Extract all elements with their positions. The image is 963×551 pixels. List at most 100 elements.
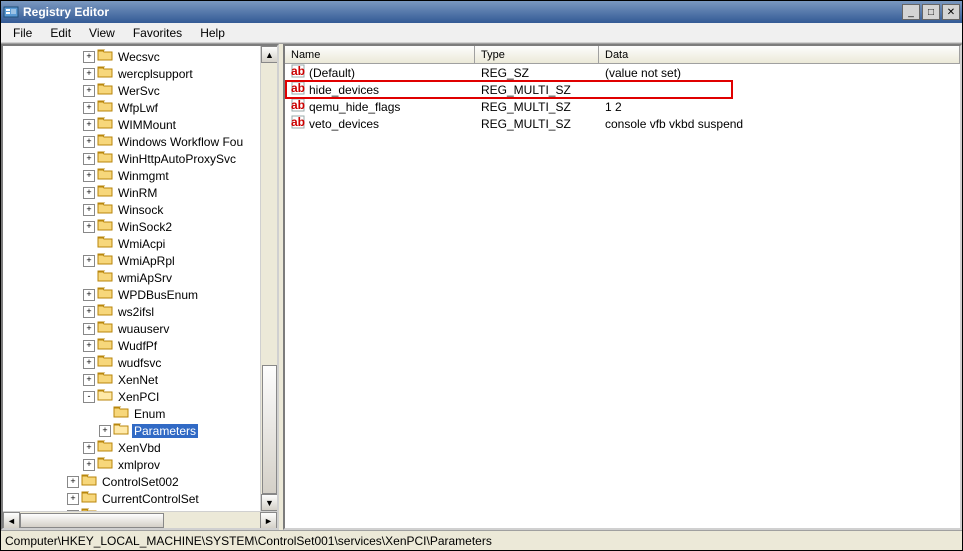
tree-item[interactable]: +XenVbd — [3, 439, 277, 456]
tree-item-label[interactable]: xmlprov — [116, 458, 162, 472]
list-row[interactable]: abveto_devicesREG_MULTI_SZconsole vfb vk… — [285, 115, 960, 132]
expand-icon[interactable]: + — [83, 221, 95, 233]
scroll-up-button[interactable]: ▲ — [261, 46, 278, 63]
cell-name[interactable]: abveto_devices — [285, 115, 475, 132]
expand-icon[interactable]: + — [83, 187, 95, 199]
tree-item[interactable]: + WinHttpAutoProxySvc — [3, 150, 277, 167]
menu-help[interactable]: Help — [192, 24, 233, 42]
tree-item-label[interactable]: WmiAcpi — [116, 237, 167, 251]
scroll-h-thumb[interactable] — [20, 513, 164, 528]
menu-edit[interactable]: Edit — [42, 24, 79, 42]
tree-item[interactable]: + ws2ifsl — [3, 303, 277, 320]
tree-item[interactable]: + wuauserv — [3, 320, 277, 337]
tree-item-label[interactable]: XenVbd — [116, 441, 163, 455]
tree-item[interactable]: + WinSock2 — [3, 218, 277, 235]
column-header-type[interactable]: Type — [475, 46, 599, 63]
expand-icon[interactable]: + — [83, 85, 95, 97]
tree-item[interactable]: + WfpLwf — [3, 99, 277, 116]
tree-item[interactable]: + WPDBusEnum — [3, 286, 277, 303]
cell-name[interactable]: abqemu_hide_flags — [285, 98, 475, 115]
list-row[interactable]: abqemu_hide_flagsREG_MULTI_SZ1 2 — [285, 98, 960, 115]
tree-item[interactable]: + Parameters — [3, 422, 277, 439]
tree-item-label[interactable]: wuauserv — [116, 322, 171, 336]
minimize-button[interactable]: _ — [902, 4, 920, 20]
expand-icon[interactable]: + — [99, 425, 111, 437]
expand-icon[interactable]: + — [83, 119, 95, 131]
menu-favorites[interactable]: Favorites — [125, 24, 190, 42]
list-row[interactable]: abhide_devicesREG_MULTI_SZ — [285, 81, 960, 98]
list-pane[interactable]: Name Type Data ab(Default)REG_SZ(value n… — [283, 44, 962, 530]
tree-item-label[interactable]: WinSock2 — [116, 220, 174, 234]
expand-icon[interactable]: + — [83, 102, 95, 114]
tree-item[interactable]: + WerSvc — [3, 82, 277, 99]
tree-item[interactable]: + xmlprov — [3, 456, 277, 473]
tree-item-label[interactable]: Parameters — [132, 424, 198, 438]
tree-item-label[interactable]: XenPCI — [116, 390, 161, 404]
tree-list[interactable]: +Wecsvc+wercplsupport+WerSvc+WfpLwf+WIMM… — [3, 46, 277, 511]
column-header-name[interactable]: Name — [285, 46, 475, 63]
tree-item-label[interactable]: WfpLwf — [116, 101, 160, 115]
expand-icon[interactable]: + — [83, 459, 95, 471]
scroll-h-track[interactable] — [20, 512, 260, 528]
expand-icon[interactable]: + — [83, 323, 95, 335]
tree-item[interactable]: Enum — [3, 405, 277, 422]
expand-icon[interactable]: + — [83, 255, 95, 267]
expand-icon[interactable]: + — [83, 136, 95, 148]
tree-item[interactable]: + WudfPf — [3, 337, 277, 354]
tree-item-label[interactable]: XenNet — [116, 373, 160, 387]
tree-item-label[interactable]: CurrentControlSet — [100, 492, 201, 506]
tree-item[interactable]: + Winsock — [3, 201, 277, 218]
expand-icon[interactable]: + — [67, 476, 79, 488]
scroll-left-button[interactable]: ◄ — [3, 512, 20, 529]
expand-icon[interactable]: + — [83, 306, 95, 318]
expand-icon[interactable]: + — [83, 153, 95, 165]
tree-item[interactable]: +WIMMount — [3, 116, 277, 133]
tree-item[interactable]: WmiAcpi — [3, 235, 277, 252]
close-button[interactable]: ✕ — [942, 4, 960, 20]
scroll-v-thumb[interactable] — [262, 365, 277, 494]
tree-item[interactable]: - XenPCI — [3, 388, 277, 405]
tree-item-label[interactable]: Winsock — [116, 203, 165, 217]
tree-item[interactable]: +WmiApRpl — [3, 252, 277, 269]
tree-horizontal-scrollbar[interactable]: ◄ ► — [3, 511, 277, 528]
expand-icon[interactable]: + — [83, 289, 95, 301]
tree-item-label[interactable]: WerSvc — [116, 84, 162, 98]
tree-item[interactable]: +Wecsvc — [3, 48, 277, 65]
column-header-data[interactable]: Data — [599, 46, 960, 63]
expand-icon[interactable]: + — [83, 340, 95, 352]
collapse-icon[interactable]: - — [83, 391, 95, 403]
list-body[interactable]: ab(Default)REG_SZ(value not set)abhide_d… — [285, 64, 960, 528]
expand-icon[interactable]: + — [83, 204, 95, 216]
tree-item[interactable]: + wudfsvc — [3, 354, 277, 371]
tree-item[interactable]: +wercplsupport — [3, 65, 277, 82]
cell-name[interactable]: ab(Default) — [285, 64, 475, 81]
tree-item[interactable]: + Windows Workflow Fou — [3, 133, 277, 150]
tree-item-label[interactable]: Windows Workflow Fou — [116, 135, 245, 149]
tree-item-label[interactable]: ws2ifsl — [116, 305, 156, 319]
tree-item-label[interactable]: wudfsvc — [116, 356, 163, 370]
titlebar[interactable]: Registry Editor _ □ ✕ — [1, 1, 962, 23]
tree-item[interactable]: + WinRM — [3, 184, 277, 201]
scroll-down-button[interactable]: ▼ — [261, 494, 278, 511]
scroll-v-track[interactable] — [261, 63, 277, 494]
tree-item-label[interactable]: WinHttpAutoProxySvc — [116, 152, 238, 166]
list-row[interactable]: ab(Default)REG_SZ(value not set) — [285, 64, 960, 81]
tree-item-label[interactable]: WinRM — [116, 186, 159, 200]
tree-item[interactable]: + ControlSet002 — [3, 473, 277, 490]
menu-view[interactable]: View — [81, 24, 123, 42]
tree-item-label[interactable]: Wecsvc — [116, 50, 162, 64]
tree-item[interactable]: + CurrentControlSet — [3, 490, 277, 507]
tree-item[interactable]: wmiApSrv — [3, 269, 277, 286]
tree-item-label[interactable]: wercplsupport — [116, 67, 195, 81]
tree-item-label[interactable]: Enum — [132, 407, 167, 421]
tree-item-label[interactable]: WPDBusEnum — [116, 288, 200, 302]
expand-icon[interactable]: + — [83, 374, 95, 386]
tree-item-label[interactable]: wmiApSrv — [116, 271, 174, 285]
tree-item-label[interactable]: WudfPf — [116, 339, 159, 353]
tree-item-label[interactable]: Winmgmt — [116, 169, 171, 183]
expand-icon[interactable]: + — [83, 357, 95, 369]
tree-item[interactable]: + XenNet — [3, 371, 277, 388]
expand-icon[interactable]: + — [67, 493, 79, 505]
maximize-button[interactable]: □ — [922, 4, 940, 20]
tree-item-label[interactable]: ControlSet002 — [100, 475, 181, 489]
